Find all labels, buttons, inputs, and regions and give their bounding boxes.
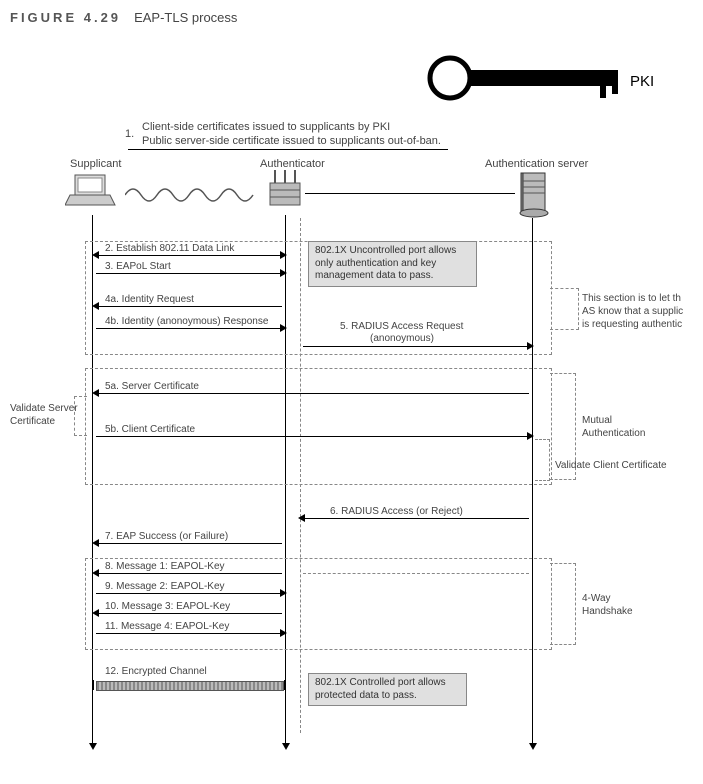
msg-3: 3. EAPoL Start xyxy=(105,261,171,272)
step1-line-a: Client-side certificates issued to suppl… xyxy=(142,121,390,135)
note-identity-b: AS know that a supplic xyxy=(582,306,683,319)
role-auth-server: Authentication server xyxy=(485,158,588,172)
msg-11: 11. Message 4: EAPOL-Key xyxy=(105,621,229,632)
msg-8: 8. Message 1: EAPOL-Key xyxy=(105,561,225,572)
note-handshake: 4-Way Handshake xyxy=(582,593,652,618)
note-validate-client: Validate Client Certificate xyxy=(555,460,667,473)
msg-5a-cert: 5a. Server Certificate xyxy=(105,381,199,392)
uncontrolled-port-box: 802.1X Uncontrolled port allows only aut… xyxy=(308,241,477,287)
diagram-canvas: PKI 1. Client-side certificates issued t… xyxy=(10,33,693,753)
encrypted-channel-bar xyxy=(96,681,284,691)
key-icon xyxy=(420,48,640,108)
msg-6: 6. RADIUS Access (or Reject) xyxy=(330,506,463,517)
server-icon xyxy=(515,171,555,219)
msg-12: 12. Encrypted Channel xyxy=(105,666,207,677)
figure-number: FIGURE 4.29 xyxy=(10,10,121,25)
msg-5b: (anonoymous) xyxy=(370,333,434,344)
note-mutual-auth: Mutual Authentication xyxy=(582,415,662,440)
msg-5b-cert: 5b. Client Certificate xyxy=(105,424,195,435)
msg-5a: 5. RADIUS Access Request xyxy=(340,321,463,332)
controlled-port-box: 802.1X Controlled port allows protected … xyxy=(308,673,467,706)
note-validate-server: Validate Server Certificate xyxy=(10,403,80,428)
step1-num: 1. xyxy=(125,128,134,142)
msg-4a: 4a. Identity Request xyxy=(105,294,194,305)
msg-2: 2. Establish 802.11 Data Link xyxy=(105,243,234,254)
wireless-wave-icon xyxy=(125,183,255,208)
access-point-icon xyxy=(265,168,305,213)
role-supplicant: Supplicant xyxy=(70,158,121,172)
figure-title: EAP-TLS process xyxy=(134,10,237,25)
figure-header: FIGURE 4.29 EAP-TLS process xyxy=(10,10,703,25)
note-identity-a: This section is to let th xyxy=(582,293,681,306)
pki-label: PKI xyxy=(630,73,654,92)
msg-9: 9. Message 2: EAPOL-Key xyxy=(105,581,225,592)
msg-10: 10. Message 3: EAPOL-Key xyxy=(105,601,230,612)
note-identity-c: is requesting authentic xyxy=(582,319,682,332)
step1-line-b: Public server-side certificate issued to… xyxy=(142,135,441,149)
msg-4b: 4b. Identity (anonoymous) Response xyxy=(105,316,268,327)
laptop-icon xyxy=(65,173,120,213)
msg-7: 7. EAP Success (or Failure) xyxy=(105,531,228,542)
